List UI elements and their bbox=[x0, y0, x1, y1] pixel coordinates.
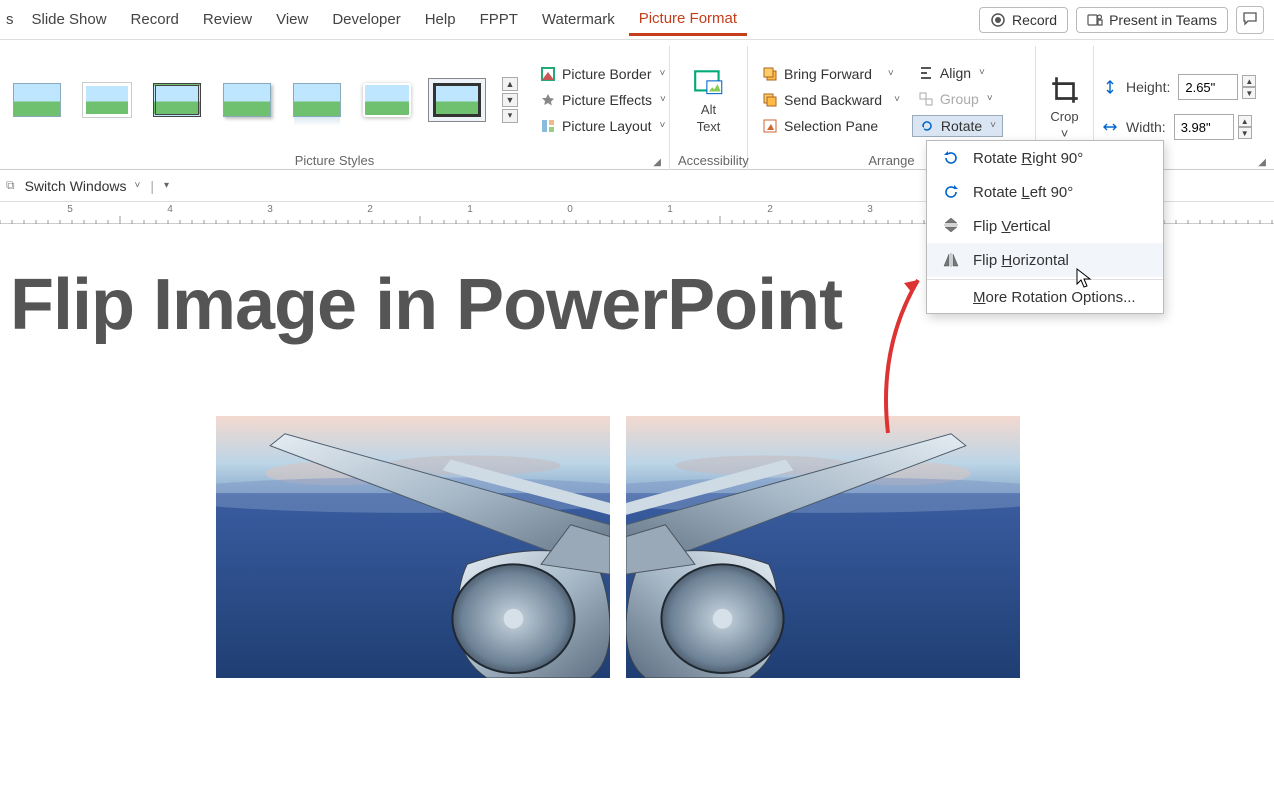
rotate-right-90[interactable]: Rotate Right 90° bbox=[927, 141, 1163, 175]
height-input[interactable] bbox=[1178, 74, 1238, 100]
svg-text:1: 1 bbox=[667, 204, 673, 215]
svg-text:5: 5 bbox=[67, 204, 73, 215]
picture-border-label: Picture Border bbox=[562, 66, 651, 82]
style-thumb-5[interactable] bbox=[288, 78, 346, 122]
alt-text-button[interactable]: Alt Text bbox=[679, 66, 739, 134]
size-dialog-launcher[interactable]: ◢ bbox=[1258, 157, 1266, 168]
tab-truncated[interactable]: s bbox=[6, 5, 18, 34]
record-button[interactable]: Record bbox=[979, 7, 1068, 33]
rotate-button[interactable]: Rotate˅ bbox=[912, 115, 1003, 137]
alt-text-line1: Alt bbox=[701, 102, 716, 117]
picture-layout-button[interactable]: Picture Layout˅ bbox=[534, 116, 672, 136]
style-thumb-7[interactable] bbox=[428, 78, 486, 122]
selection-pane-button[interactable]: Selection Pane bbox=[756, 116, 906, 136]
rotate-right-icon bbox=[941, 148, 961, 168]
comments-icon bbox=[1242, 10, 1258, 29]
tab-review[interactable]: Review bbox=[193, 5, 262, 34]
mouse-cursor bbox=[1076, 268, 1092, 291]
present-in-teams-button[interactable]: Present in Teams bbox=[1076, 7, 1228, 33]
tab-developer[interactable]: Developer bbox=[322, 5, 410, 34]
gallery-up[interactable]: ▲ bbox=[502, 77, 518, 91]
comments-button[interactable] bbox=[1236, 6, 1264, 34]
flip-horizontal-icon bbox=[941, 250, 961, 270]
svg-text:4: 4 bbox=[167, 204, 173, 215]
width-label: Width: bbox=[1126, 119, 1166, 135]
tab-picture-format[interactable]: Picture Format bbox=[629, 4, 747, 36]
style-thumb-4[interactable] bbox=[218, 78, 276, 122]
flip-horizontal[interactable]: Flip Horizontal bbox=[927, 243, 1163, 277]
rotate-left-icon bbox=[941, 182, 961, 202]
tab-slide-show[interactable]: Slide Show bbox=[22, 5, 117, 34]
group-icon bbox=[918, 91, 934, 107]
picture-effects-label: Picture Effects bbox=[562, 92, 652, 108]
height-down[interactable]: ▼ bbox=[1242, 87, 1256, 99]
picture-layout-label: Picture Layout bbox=[562, 118, 652, 134]
more-rotation-options[interactable]: More Rotation Options... bbox=[927, 282, 1163, 313]
gallery-more[interactable]: ▾ bbox=[502, 109, 518, 123]
group-label-accessibility: Accessibility bbox=[678, 153, 739, 170]
style-thumb-6[interactable] bbox=[358, 78, 416, 122]
picture-border-icon bbox=[540, 66, 556, 82]
height-icon bbox=[1102, 79, 1118, 95]
present-label: Present in Teams bbox=[1109, 12, 1217, 28]
send-backward-button[interactable]: Send Backward ˅ bbox=[756, 90, 906, 110]
record-icon bbox=[990, 12, 1006, 28]
bring-forward-button[interactable]: Bring Forward ˅ bbox=[756, 64, 906, 84]
switch-windows-button[interactable]: Switch Windows˅ bbox=[25, 178, 141, 194]
image-original[interactable] bbox=[216, 416, 610, 678]
tab-fppt[interactable]: FPPT bbox=[470, 5, 528, 34]
style-thumb-3[interactable] bbox=[148, 78, 206, 122]
send-backward-icon bbox=[762, 92, 778, 108]
width-icon bbox=[1102, 119, 1118, 135]
image-flipped[interactable] bbox=[626, 416, 1020, 678]
gallery-down[interactable]: ▼ bbox=[502, 93, 518, 107]
svg-text:3: 3 bbox=[267, 204, 273, 215]
picture-border-button[interactable]: Picture Border˅ bbox=[534, 64, 672, 84]
gallery-scroll: ▲ ▼ ▾ bbox=[502, 77, 518, 123]
crop-button[interactable]: Crop ˅ bbox=[1044, 73, 1085, 141]
styles-dialog-launcher[interactable]: ◢ bbox=[653, 157, 661, 168]
rotate-dropdown: Rotate Right 90° Rotate Left 90° Flip Ve… bbox=[926, 140, 1164, 314]
svg-text:2: 2 bbox=[767, 204, 773, 215]
height-up[interactable]: ▲ bbox=[1242, 75, 1256, 87]
group-button: Group˅ bbox=[912, 89, 1003, 109]
rotate-left-90[interactable]: Rotate Left 90° bbox=[927, 175, 1163, 209]
tab-watermark[interactable]: Watermark bbox=[532, 5, 625, 34]
picture-layout-icon bbox=[540, 118, 556, 134]
selection-pane-icon bbox=[762, 118, 778, 134]
flip-vertical[interactable]: Flip Vertical bbox=[927, 209, 1163, 243]
width-input[interactable] bbox=[1174, 114, 1234, 140]
style-thumb-1[interactable] bbox=[8, 78, 66, 122]
width-down[interactable]: ▼ bbox=[1238, 127, 1252, 139]
height-label: Height: bbox=[1126, 79, 1170, 95]
align-button[interactable]: Align˅ bbox=[912, 63, 1003, 83]
rotate-icon bbox=[919, 118, 935, 134]
alt-text-line2: Text bbox=[697, 119, 721, 134]
svg-text:3: 3 bbox=[867, 204, 873, 215]
picture-effects-icon bbox=[540, 92, 556, 108]
tab-record[interactable]: Record bbox=[121, 5, 189, 34]
tab-help[interactable]: Help bbox=[415, 5, 466, 34]
crop-icon bbox=[1048, 73, 1082, 107]
alt-text-icon bbox=[692, 66, 726, 100]
svg-text:1: 1 bbox=[467, 204, 473, 215]
tab-view[interactable]: View bbox=[266, 5, 318, 34]
record-label: Record bbox=[1012, 12, 1057, 28]
bring-forward-icon bbox=[762, 66, 778, 82]
picture-styles-gallery: ▲ ▼ ▾ bbox=[8, 77, 518, 123]
flip-vertical-icon bbox=[941, 216, 961, 236]
style-thumb-2[interactable] bbox=[78, 78, 136, 122]
teams-icon bbox=[1087, 12, 1103, 28]
customize-qat[interactable]: ▾ bbox=[164, 180, 169, 191]
group-label-styles: Picture Styles ◢ bbox=[8, 153, 661, 170]
align-icon bbox=[918, 65, 934, 81]
width-up[interactable]: ▲ bbox=[1238, 115, 1252, 127]
svg-text:2: 2 bbox=[367, 204, 373, 215]
picture-effects-button[interactable]: Picture Effects˅ bbox=[534, 90, 672, 110]
ribbon-tabs: s Slide Show Record Review View Develope… bbox=[0, 0, 1274, 40]
svg-text:0: 0 bbox=[567, 204, 573, 215]
